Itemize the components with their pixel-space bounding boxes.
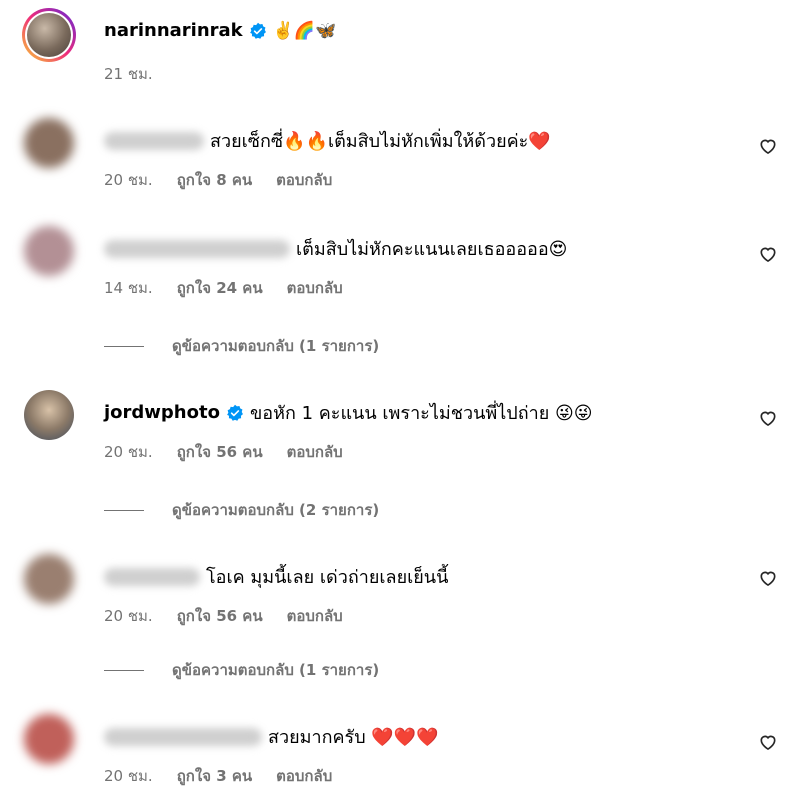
commenter-username[interactable]: jordwphoto (104, 402, 220, 423)
view-replies-label[interactable]: ดูข้อความตอบกลับ (2 รายการ) (172, 498, 379, 522)
verified-badge-icon (227, 404, 243, 421)
reply-button[interactable]: ตอบกลับ (287, 276, 343, 300)
view-replies-label[interactable]: ดูข้อความตอบกลับ (1 รายการ) (172, 658, 379, 682)
commenter-username-blurred[interactable] (104, 131, 204, 150)
commenter-username-blurred[interactable] (104, 239, 290, 258)
comment: jordwphoto ขอหัก 1 คะแนน เพราะไม่ชวนพี่ไ… (0, 386, 800, 526)
post-author-avatar[interactable] (22, 8, 76, 62)
divider (104, 509, 144, 511)
comment: สวยมากครับ ❤️❤️❤️ 20 ชม. ถูกใจ 3 คน ตอบก… (0, 712, 800, 796)
commenter-username-blurred[interactable] (104, 567, 200, 586)
commenter-avatar[interactable] (24, 714, 74, 764)
post-caption: ✌️🌈🦋 (272, 20, 337, 41)
heart-outline-icon[interactable] (758, 568, 778, 588)
comment: โอเค มุมนี้เลย เด่วถ่ายเลยเย็นนี้ 20 ชม.… (0, 550, 800, 690)
view-replies-button[interactable]: ดูข้อความตอบกลับ (1 รายการ) (104, 658, 379, 682)
comment-text: เต็มสิบไม่หักคะแนนเลยเธอออออ😍 (296, 239, 568, 260)
reply-button[interactable]: ตอบกลับ (276, 168, 332, 192)
reply-button[interactable]: ตอบกลับ (287, 440, 343, 464)
post-username[interactable]: narinnarinrak (104, 20, 243, 41)
comment-text: โอเค มุมนี้เลย เด่วถ่ายเลยเย็นนี้ (206, 567, 449, 588)
heart-outline-icon[interactable] (758, 732, 778, 752)
heart-outline-icon[interactable] (758, 136, 778, 156)
comment-time: 14 ชม. (104, 279, 153, 297)
reply-button[interactable]: ตอบกลับ (287, 604, 343, 628)
comment: เต็มสิบไม่หักคะแนนเลยเธอออออ😍 14 ชม. ถูก… (0, 222, 800, 362)
post-header: narinnarinrak ✌️🌈🦋 21 ชม. (0, 0, 800, 90)
divider (104, 345, 144, 347)
view-replies-button[interactable]: ดูข้อความตอบกลับ (2 รายการ) (104, 498, 379, 522)
comment-likes[interactable]: ถูกใจ 3 คน (177, 764, 252, 788)
view-replies-button[interactable]: ดูข้อความตอบกลับ (1 รายการ) (104, 334, 379, 358)
comment: สวยเซ็กซี่🔥🔥เต็มสิบไม่หักเพิ่มให้ด้วยค่ะ… (0, 114, 800, 194)
comment-text: สวยเซ็กซี่🔥🔥เต็มสิบไม่หักเพิ่มให้ด้วยค่ะ… (210, 131, 551, 152)
commenter-username-blurred[interactable] (104, 727, 262, 746)
comment-text: สวยมากครับ ❤️❤️❤️ (268, 727, 439, 748)
comment-time: 20 ชม. (104, 767, 153, 785)
view-replies-label[interactable]: ดูข้อความตอบกลับ (1 รายการ) (172, 334, 379, 358)
comment-text: ขอหัก 1 คะแนน เพราะไม่ชวนพี่ไปถ่าย 😜😜 (249, 403, 593, 424)
comment-likes[interactable]: ถูกใจ 56 คน (177, 604, 263, 628)
commenter-avatar[interactable] (24, 390, 74, 440)
commenter-avatar[interactable] (24, 226, 74, 276)
comment-likes[interactable]: ถูกใจ 24 คน (177, 276, 263, 300)
comment-likes[interactable]: ถูกใจ 8 คน (177, 168, 252, 192)
verified-badge-icon (249, 22, 266, 39)
comment-time: 20 ชม. (104, 171, 153, 189)
heart-outline-icon[interactable] (758, 244, 778, 264)
commenter-avatar[interactable] (24, 118, 74, 168)
commenter-avatar[interactable] (24, 554, 74, 604)
comment-likes[interactable]: ถูกใจ 56 คน (177, 440, 263, 464)
divider (104, 669, 144, 671)
post-time: 21 ชม. (104, 65, 153, 83)
reply-button[interactable]: ตอบกลับ (276, 764, 332, 788)
comment-time: 20 ชม. (104, 607, 153, 625)
comment-time: 20 ชม. (104, 443, 153, 461)
heart-outline-icon[interactable] (758, 408, 778, 428)
